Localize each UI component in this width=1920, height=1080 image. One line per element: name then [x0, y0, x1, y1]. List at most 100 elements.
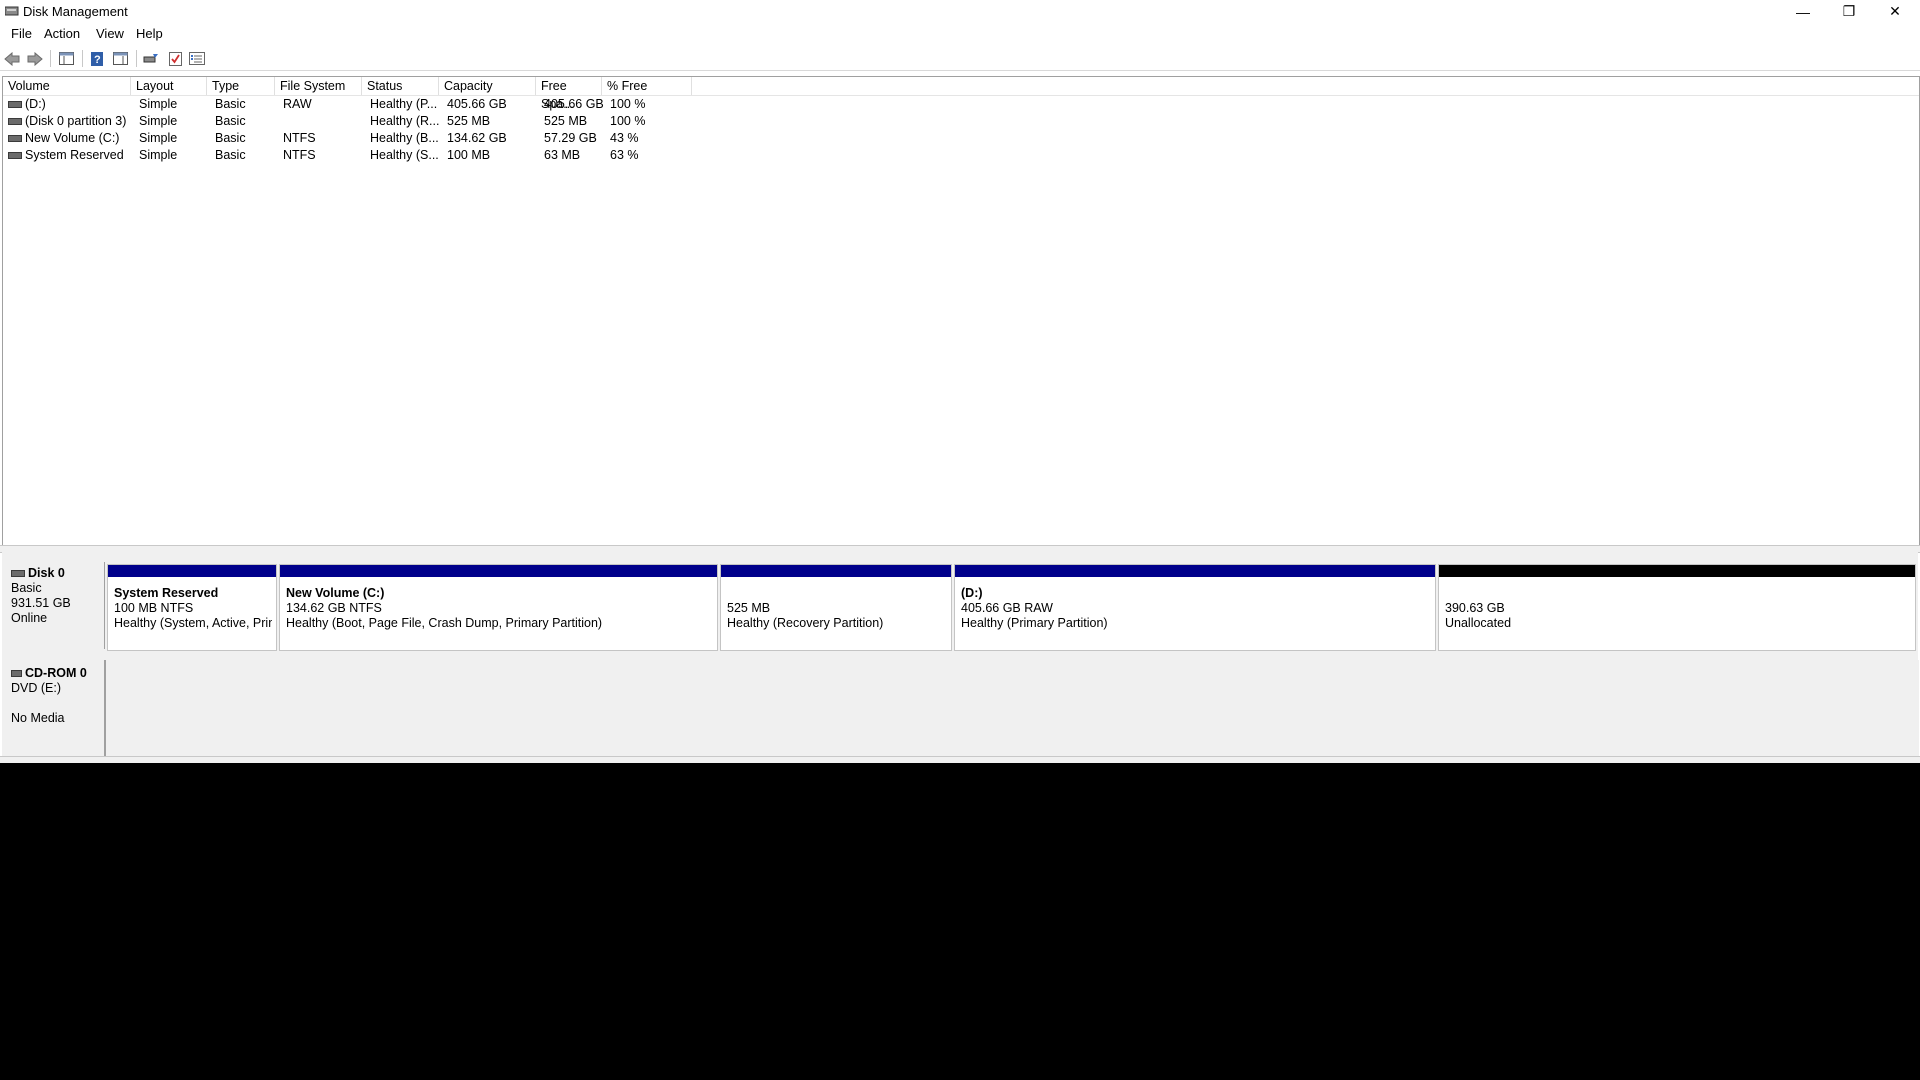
partition-name [727, 586, 947, 601]
column-header-status[interactable]: Status [362, 77, 439, 95]
volume-name: New Volume (C:) [25, 131, 120, 145]
restore-icon: ❐ [1842, 3, 1856, 19]
volume-row[interactable]: (Disk 0 partition 3) Simple Basic Health… [3, 113, 1919, 130]
disk-state: Online [11, 611, 48, 625]
cell-file-system: NTFS [283, 148, 316, 162]
disk-management-icon [5, 6, 19, 16]
cell-file-system [278, 113, 365, 130]
show-hide-console-tree-button[interactable] [57, 50, 75, 67]
restore-button[interactable]: ❐ [1826, 0, 1872, 23]
partition-bar [108, 565, 276, 577]
window-title: Disk Management [23, 4, 128, 19]
cell-free-space: 405.66 GB [544, 97, 604, 111]
partition-bar [280, 565, 717, 577]
svg-text:?: ? [94, 54, 101, 66]
forward-arrow-icon [27, 51, 43, 66]
back-arrow-icon [4, 51, 20, 66]
volume-list-header: Volume Layout Type File System Status Ca… [3, 77, 1919, 111]
show-hide-action-pane-button[interactable] [111, 50, 129, 67]
checklist-icon [168, 51, 182, 66]
menu-action[interactable]: Action [42, 26, 82, 41]
partition-recovery[interactable]: 525 MB Healthy (Recovery Partition) [720, 564, 952, 651]
partition-d[interactable]: (D:) 405.66 GB RAW Healthy (Primary Part… [954, 564, 1436, 651]
cell-type: Basic [215, 131, 246, 145]
volume-icon [8, 101, 22, 109]
minimize-button[interactable]: — [1780, 0, 1826, 23]
partition-status: Healthy (System, Active, Prim [114, 616, 272, 630]
partition-name [1445, 586, 1911, 601]
menu-help[interactable]: Help [134, 26, 165, 41]
cdrom-drive: DVD (E:) [11, 681, 61, 695]
volume-list: Volume Layout Type File System Status Ca… [2, 76, 1920, 546]
partition-size: 405.66 GB RAW [961, 601, 1053, 615]
cell-volume: (D:) [3, 96, 131, 113]
cell-capacity: 100 MB [447, 148, 491, 162]
volume-row[interactable]: New Volume (C:) Simple Basic NTFS Health… [3, 130, 1919, 147]
disk-size: 931.51 GB [11, 596, 71, 610]
volume-icon [8, 118, 22, 126]
volume-name: (D:) [25, 97, 46, 111]
partition-status: Healthy (Primary Partition) [961, 616, 1108, 630]
partition-status: Healthy (Boot, Page File, Crash Dump, Pr… [286, 616, 603, 630]
toolbar: ? [0, 46, 1920, 71]
partition-size: 100 MB NTFS [114, 601, 194, 615]
partition-system-reserved[interactable]: System Reserved 100 MB NTFS Healthy (Sys… [107, 564, 277, 651]
cdrom-0-label[interactable]: CD-ROM 0 DVD (E:) No Media [2, 660, 105, 756]
volume-row[interactable]: (D:) Simple Basic RAW Healthy (P... 405.… [3, 96, 1919, 113]
cell-status: Healthy (S... [370, 148, 439, 162]
cell-status: Healthy (P... [370, 97, 438, 111]
cdrom-name: CD-ROM 0 [25, 666, 87, 680]
column-header-layout[interactable]: Layout [131, 77, 207, 95]
show-hide-icon [112, 52, 128, 65]
forward-button[interactable] [26, 50, 44, 67]
properties-icon [189, 52, 205, 65]
cell-capacity: 405.66 GB [447, 97, 507, 111]
column-header-free-space[interactable]: Free Spa... [536, 77, 602, 111]
minimize-icon: — [1796, 3, 1810, 20]
menu-file[interactable]: File [9, 26, 34, 41]
cdrom-empty-area[interactable] [105, 660, 1919, 756]
cell-status: Healthy (R... [370, 114, 440, 128]
properties-button[interactable] [188, 50, 206, 67]
disk-management-window: Disk Management — ❐ ✕ File Action View H… [0, 0, 1920, 763]
checklist-button[interactable] [166, 50, 184, 67]
cell-file-system: NTFS [283, 131, 316, 145]
partition-name: New Volume (C:) [286, 586, 385, 600]
volume-name: (Disk 0 partition 3) [25, 114, 127, 128]
column-header-volume[interactable]: Volume [3, 77, 131, 95]
title-bar: Disk Management — ❐ ✕ [0, 0, 1920, 23]
cell-layout: Simple [139, 97, 178, 111]
cell-percent-free: 100 % [610, 97, 646, 111]
close-icon: ✕ [1889, 3, 1901, 19]
console-tree-icon [58, 52, 74, 65]
disk-graphical-view: Disk 0 Basic 931.51 GB Online System Res… [2, 552, 1919, 758]
cell-capacity: 134.62 GB [447, 131, 507, 145]
cell-layout: Simple [139, 131, 178, 145]
menu-view[interactable]: View [94, 26, 126, 41]
column-header-type[interactable]: Type [207, 77, 275, 95]
cell-percent-free: 100 % [610, 114, 646, 128]
partition-new-volume-c[interactable]: New Volume (C:) 134.62 GB NTFS Healthy (… [279, 564, 718, 651]
toolbar-separator [136, 50, 137, 67]
close-button[interactable]: ✕ [1872, 0, 1918, 23]
volume-row[interactable]: System Reserved Simple Basic NTFS Health… [3, 147, 1919, 164]
partition-size: 390.63 GB [1445, 601, 1505, 615]
column-header-percent-free[interactable]: % Free [602, 77, 692, 95]
partition-name: System Reserved [114, 586, 219, 600]
volume-icon [8, 152, 22, 160]
volume-icon [8, 135, 22, 143]
rescan-button[interactable] [142, 50, 160, 67]
status-bar [0, 756, 1920, 763]
cell-free-space: 63 MB [544, 148, 581, 162]
cell-layout: Simple [139, 114, 178, 128]
disk-0-label[interactable]: Disk 0 Basic 931.51 GB Online [2, 562, 105, 649]
partition-size: 525 MB [727, 601, 771, 615]
back-button[interactable] [3, 50, 21, 67]
column-header-capacity[interactable]: Capacity [439, 77, 536, 95]
toolbar-separator [82, 50, 83, 67]
partition-unallocated[interactable]: 390.63 GB Unallocated [1438, 564, 1916, 651]
cell-file-system: RAW [283, 97, 312, 111]
cell-percent-free: 43 % [610, 131, 639, 145]
help-button[interactable]: ? [88, 50, 106, 67]
column-header-file-system[interactable]: File System [275, 77, 362, 95]
